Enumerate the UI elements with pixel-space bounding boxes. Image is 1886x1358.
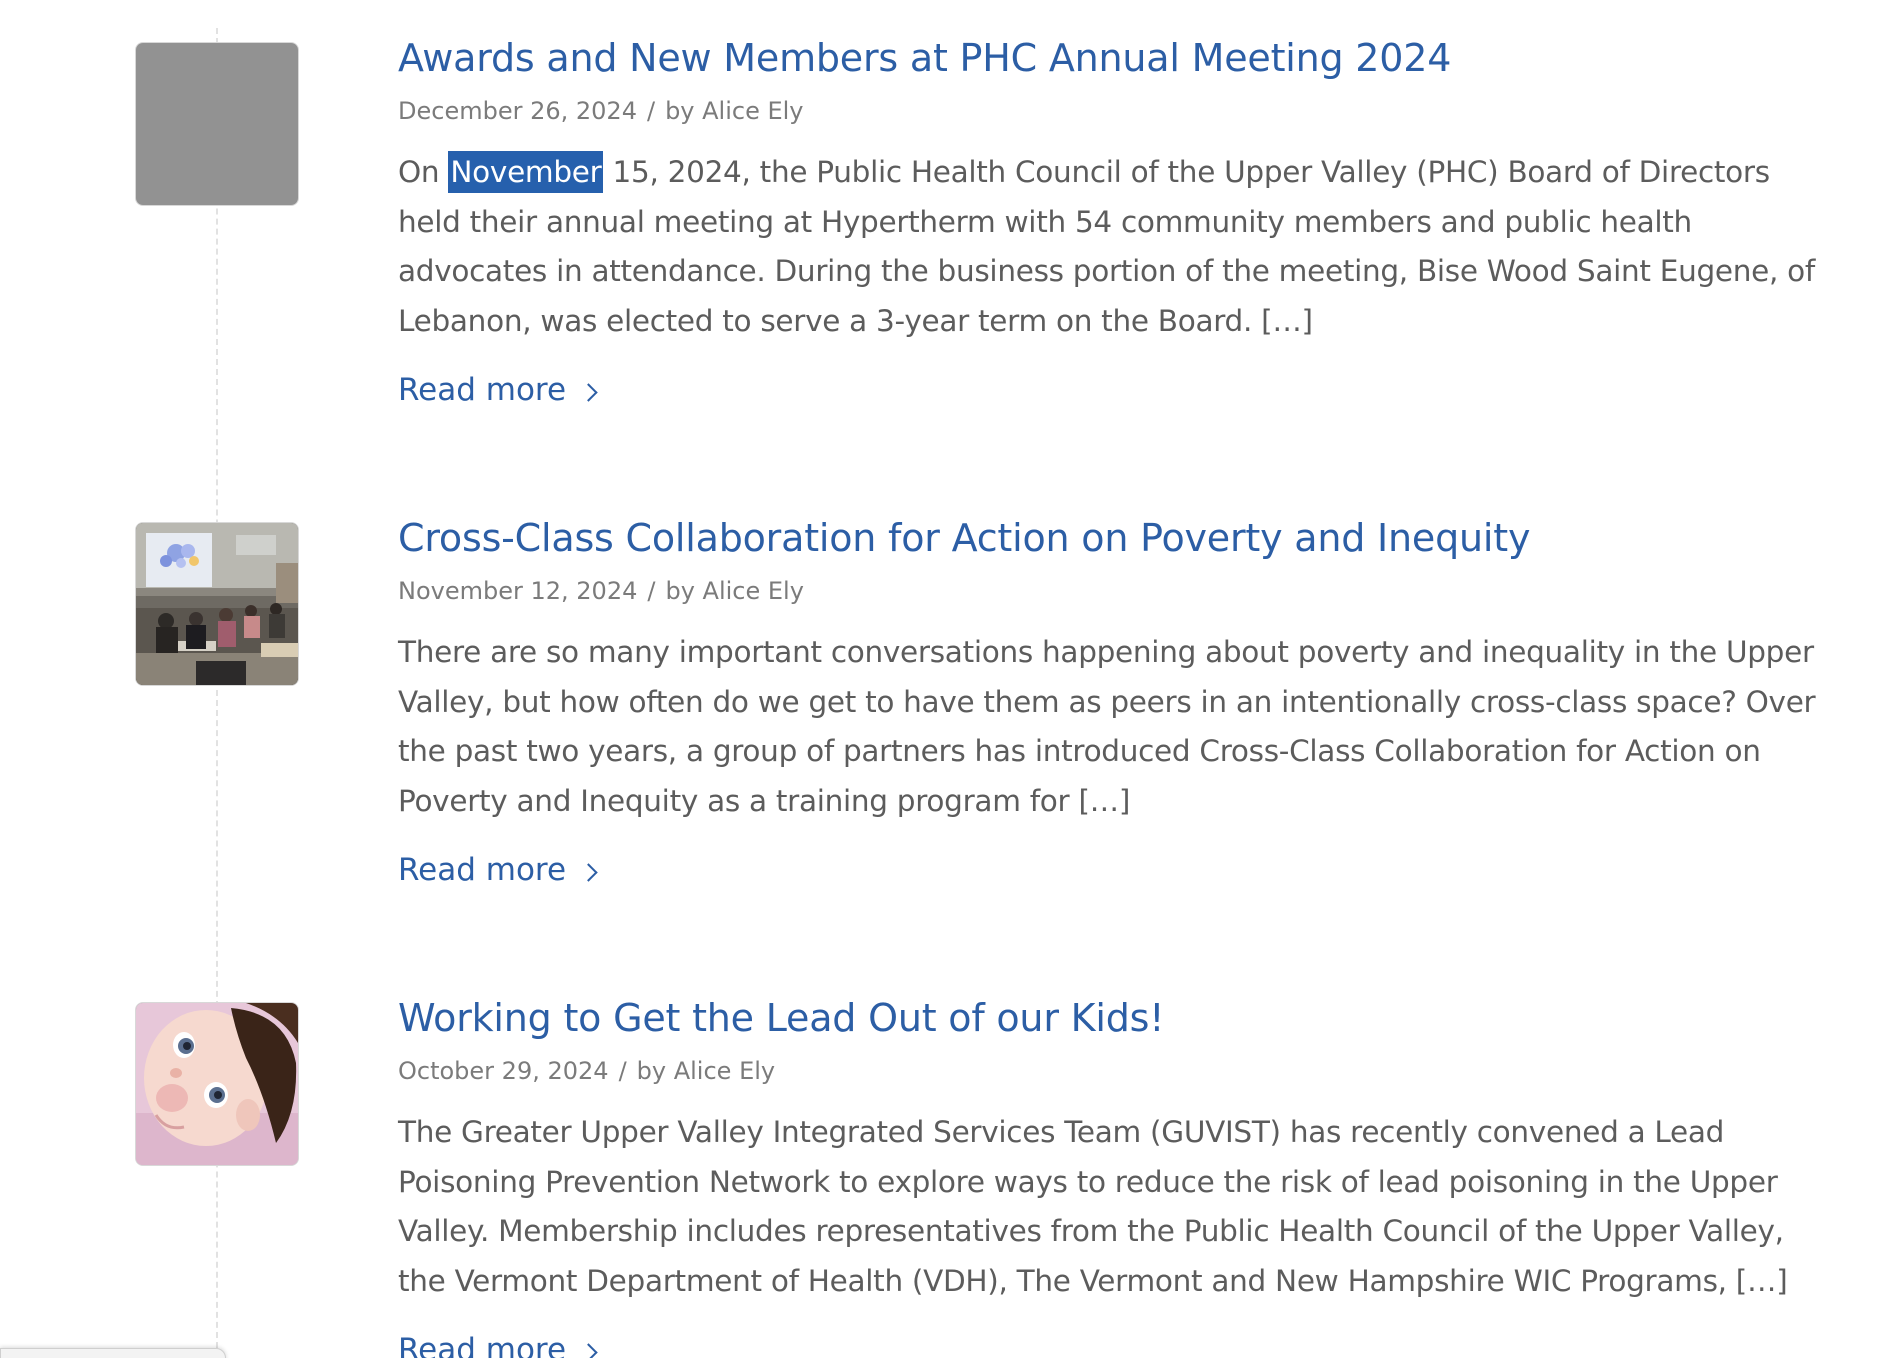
read-more-label: Read more (398, 852, 567, 888)
excerpt-text: 15, 2024, the Public Health Council of t… (398, 155, 1816, 338)
post-author: by Alice Ely (636, 1057, 776, 1085)
post-title-link[interactable]: Awards and New Members at PHC Annual Mee… (398, 28, 1828, 88)
meeting-room-photo-icon (136, 523, 298, 685)
post-meta: October 29, 2024 / by Alice Ely (398, 1054, 1828, 1088)
post-body: Awards and New Members at PHC Annual Mee… (398, 28, 1828, 410)
post-date: December 26, 2024 (398, 97, 637, 125)
meta-separator: / (646, 97, 656, 125)
post-meta: November 12, 2024 / by Alice Ely (398, 574, 1828, 608)
post-body: Cross-Class Collaboration for Action on … (398, 508, 1828, 890)
read-more-link[interactable]: Read more (398, 370, 598, 410)
excerpt-text: On (398, 155, 449, 189)
post-author: by Alice Ely (665, 577, 804, 605)
post-meta: December 26, 2024 / by Alice Ely (398, 94, 1828, 128)
read-more-link[interactable]: Read more (398, 1330, 598, 1358)
post-excerpt: The Greater Upper Valley Integrated Serv… (398, 1115, 1788, 1298)
meta-separator: / (647, 577, 656, 605)
post-date: November 12, 2024 (398, 577, 638, 605)
post-thumbnail-placeholder[interactable] (136, 43, 298, 205)
read-more-label: Read more (398, 372, 567, 408)
post-excerpt: There are so many important conversation… (398, 635, 1816, 818)
meta-separator: / (618, 1057, 627, 1085)
chevron-right-icon (579, 382, 598, 402)
post-excerpt: On November 15, 2024, the Public Health … (398, 148, 1828, 346)
post-body: Working to Get the Lead Out of our Kids!… (398, 988, 1828, 1358)
post-author: by Alice Ely (665, 97, 804, 125)
selected-text: November (448, 151, 604, 193)
post-thumbnail-meeting-photo[interactable] (136, 523, 298, 685)
read-more-label: Read more (398, 1332, 567, 1358)
read-more-link[interactable]: Read more (398, 850, 598, 890)
post-title-link[interactable]: Working to Get the Lead Out of our Kids! (398, 988, 1828, 1048)
post-thumbnail-baby-photo[interactable] (136, 1003, 298, 1165)
post-date: October 29, 2024 (398, 1057, 609, 1085)
floating-widget-tab[interactable] (0, 1348, 226, 1358)
post-title-link[interactable]: Cross-Class Collaboration for Action on … (398, 508, 1828, 568)
chevron-right-icon (579, 862, 598, 882)
baby-photo-icon (136, 1003, 298, 1165)
chevron-right-icon (579, 1342, 598, 1358)
